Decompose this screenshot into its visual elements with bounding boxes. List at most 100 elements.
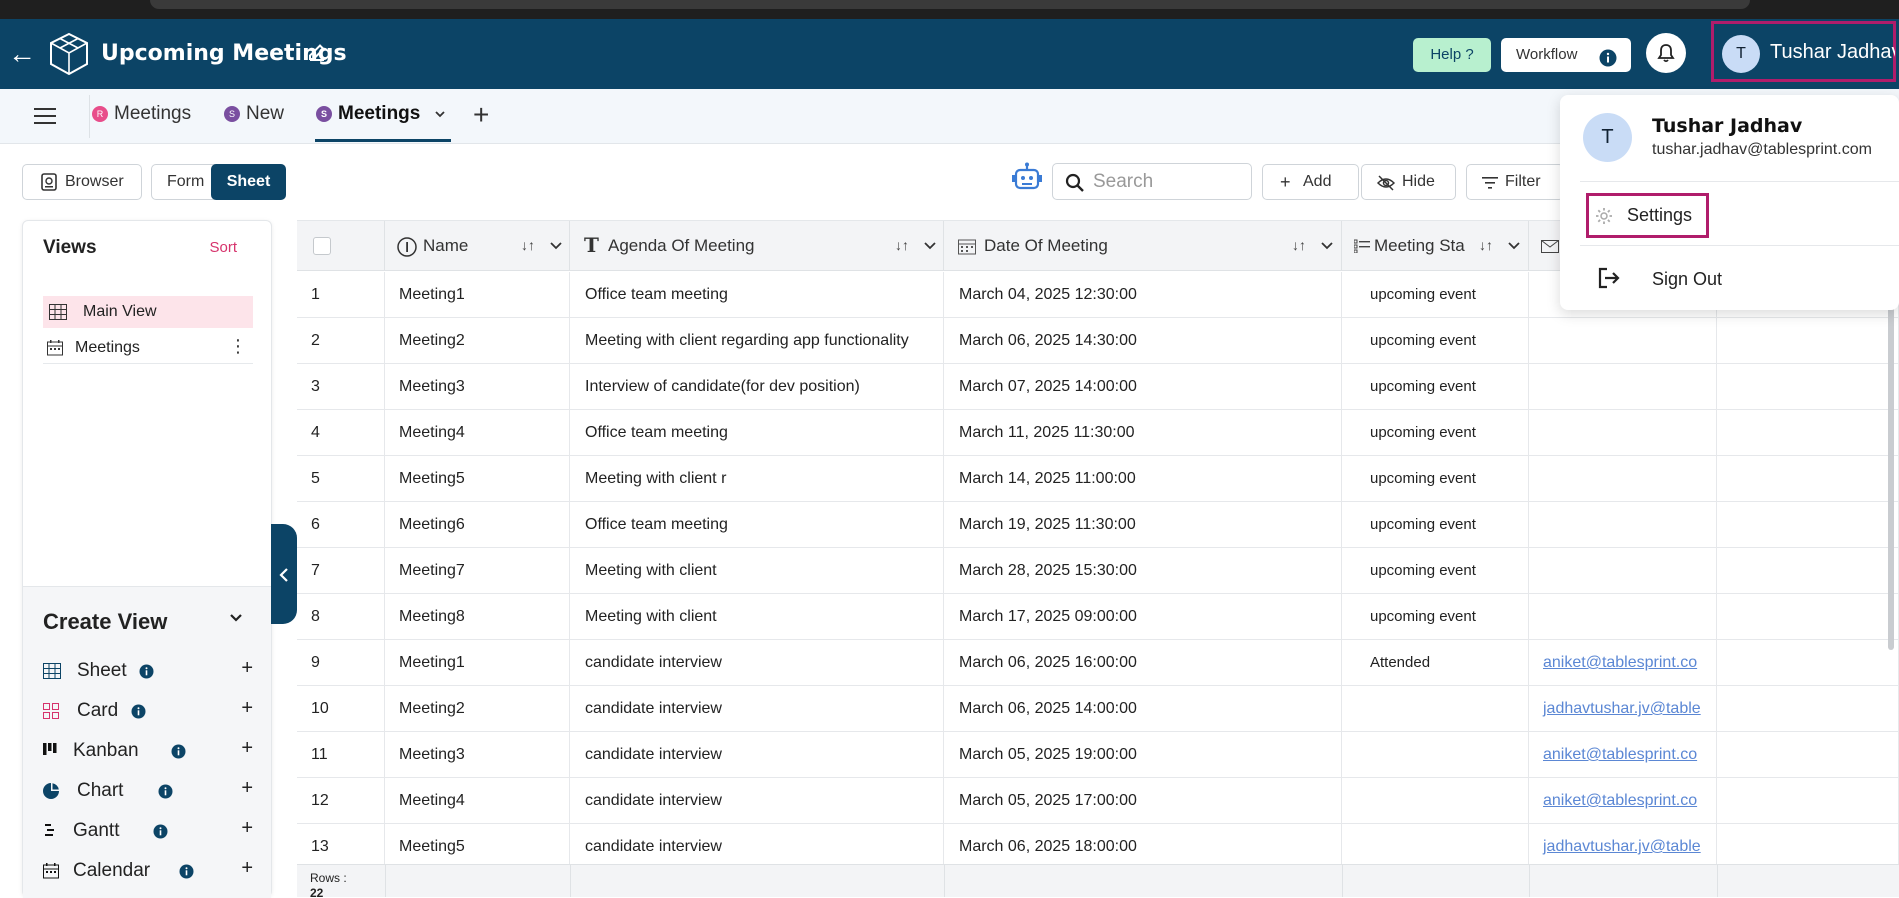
status-cell[interactable] [1342,732,1529,778]
extra-cell[interactable] [1717,364,1899,410]
extra-cell[interactable] [1717,318,1899,364]
row-number-cell[interactable]: 4 [297,410,385,456]
name-cell[interactable]: Meeting4 [385,410,570,456]
status-cell[interactable]: upcoming event [1342,272,1529,318]
column-header-date[interactable]: Date Of Meeting ↓↑ [944,221,1342,271]
status-cell[interactable]: upcoming event [1342,364,1529,410]
row-number-cell[interactable]: 7 [297,548,385,594]
extra-cell[interactable] [1717,548,1899,594]
chevron-down-icon[interactable] [550,242,562,250]
search-input[interactable] [1093,170,1243,194]
column-header-name[interactable]: Name ↓↑ [385,221,570,271]
ai-bot-icon[interactable] [1012,162,1042,199]
extra-cell[interactable] [1717,732,1899,778]
email-link[interactable]: aniket@tablesprint.co [1543,746,1697,763]
name-cell[interactable]: Meeting7 [385,548,570,594]
sort-icon[interactable]: ↓↑ [1292,237,1306,253]
vertical-scrollbar[interactable] [1888,300,1894,650]
row-number-cell[interactable]: 1 [297,272,385,318]
table-row[interactable]: 7 Meeting7 Meeting with client March 28, 20… [297,548,1899,594]
extra-cell[interactable] [1717,594,1899,640]
status-cell[interactable]: upcoming event [1342,502,1529,548]
date-cell[interactable]: March 14, 2025 11:00:00 [944,456,1342,502]
add-kanban-view-plus-icon[interactable]: + [241,737,253,760]
email-link[interactable]: jadhavtushar.jv@table [1543,700,1701,717]
status-cell[interactable]: upcoming event [1342,456,1529,502]
collapse-sidebar-button[interactable] [271,524,297,624]
status-cell[interactable]: upcoming event [1342,548,1529,594]
email-cell[interactable]: aniket@tablesprint.co [1529,732,1717,778]
table-row[interactable]: 4 Meeting4 Office team meeting March 11, 20… [297,410,1899,456]
row-number-cell[interactable]: 6 [297,502,385,548]
date-cell[interactable]: March 05, 2025 19:00:00 [944,732,1342,778]
more-vertical-icon[interactable]: ⋮ [229,336,247,357]
email-cell[interactable]: jadhavtushar.jv@table [1529,686,1717,732]
name-cell[interactable]: Meeting1 [385,272,570,318]
agenda-cell[interactable]: Office team meeting [570,502,944,548]
name-cell[interactable]: Meeting6 [385,502,570,548]
status-cell[interactable]: Attended [1342,640,1529,686]
email-link[interactable]: jadhavtushar.jv@table [1543,838,1701,855]
table-row[interactable]: 6 Meeting6 Office team meeting March 19, 20… [297,502,1899,548]
help-button[interactable]: Help ? [1413,38,1491,72]
agenda-cell[interactable]: Meeting with client [570,548,944,594]
status-cell[interactable]: upcoming event [1342,410,1529,456]
date-cell[interactable]: March 06, 2025 14:30:00 [944,318,1342,364]
date-cell[interactable]: March 04, 2025 12:30:00 [944,272,1342,318]
agenda-cell[interactable]: candidate interview [570,686,944,732]
add-card-view-plus-icon[interactable]: + [241,697,253,720]
view-item-meetings[interactable]: Meetings ⋮ [43,332,253,364]
email-cell[interactable] [1529,456,1717,502]
chevron-down-icon[interactable] [229,613,243,623]
row-number-cell[interactable]: 2 [297,318,385,364]
create-view-gantt[interactable]: Gantt + [43,817,253,847]
add-gantt-view-plus-icon[interactable]: + [241,817,253,840]
row-number-cell[interactable]: 9 [297,640,385,686]
create-view-calendar[interactable]: Calendar + [43,857,253,887]
email-cell[interactable] [1529,548,1717,594]
table-row[interactable]: 8 Meeting8 Meeting with client March 17, 20… [297,594,1899,640]
user-profile-button[interactable]: T Tushar Jadhav [1711,21,1896,82]
email-cell[interactable] [1529,410,1717,456]
back-arrow-icon[interactable]: ← [8,40,36,68]
add-button[interactable]: + Add [1262,164,1359,200]
name-cell[interactable]: Meeting3 [385,732,570,778]
agenda-cell[interactable]: Meeting with client regarding app functi… [570,318,944,364]
email-cell[interactable] [1529,318,1717,364]
sheet-toggle-button[interactable]: Sheet [211,164,286,200]
add-tab-plus-icon[interactable]: + [473,99,489,131]
filter-button[interactable]: Filter [1466,164,1564,200]
extra-cell[interactable] [1717,456,1899,502]
name-cell[interactable]: Meeting4 [385,778,570,824]
email-cell[interactable]: aniket@tablesprint.co [1529,640,1717,686]
settings-menu-item[interactable]: Settings [1586,193,1709,238]
table-row[interactable]: 10 Meeting2 candidate interview March 06, 2… [297,686,1899,732]
name-cell[interactable]: Meeting5 [385,456,570,502]
row-number-cell[interactable]: 11 [297,732,385,778]
extra-cell[interactable] [1717,502,1899,548]
edit-title-pencil-icon[interactable] [308,43,326,66]
browser-button[interactable]: Browser [22,164,142,200]
name-cell[interactable]: Meeting1 [385,640,570,686]
agenda-cell[interactable]: Interview of candidate(for dev position) [570,364,944,410]
agenda-cell[interactable]: Office team meeting [570,410,944,456]
email-link[interactable]: aniket@tablesprint.co [1543,654,1697,671]
sort-icon[interactable]: ↓↑ [1479,237,1493,253]
create-view-card[interactable]: Card + [43,697,253,727]
tab-meetings-report[interactable]: R Meetings [92,103,191,125]
date-cell[interactable]: March 17, 2025 09:00:00 [944,594,1342,640]
email-cell[interactable]: aniket@tablesprint.co [1529,778,1717,824]
column-header-agenda[interactable]: T Agenda Of Meeting ↓↑ [570,221,944,271]
table-row[interactable]: 9 Meeting1 candidate interview March 06, 20… [297,640,1899,686]
date-cell[interactable]: March 19, 2025 11:30:00 [944,502,1342,548]
agenda-cell[interactable]: Meeting with client r [570,456,944,502]
create-view-sheet[interactable]: Sheet + [43,657,253,687]
agenda-cell[interactable]: candidate interview [570,640,944,686]
add-sheet-view-plus-icon[interactable]: + [241,657,253,680]
agenda-cell[interactable]: candidate interview [570,732,944,778]
chevron-down-icon[interactable] [1508,242,1520,250]
extra-cell[interactable] [1717,410,1899,456]
table-row[interactable]: 3 Meeting3 Interview of candidate(for dev … [297,364,1899,410]
name-cell[interactable]: Meeting2 [385,686,570,732]
date-cell[interactable]: March 06, 2025 14:00:00 [944,686,1342,732]
